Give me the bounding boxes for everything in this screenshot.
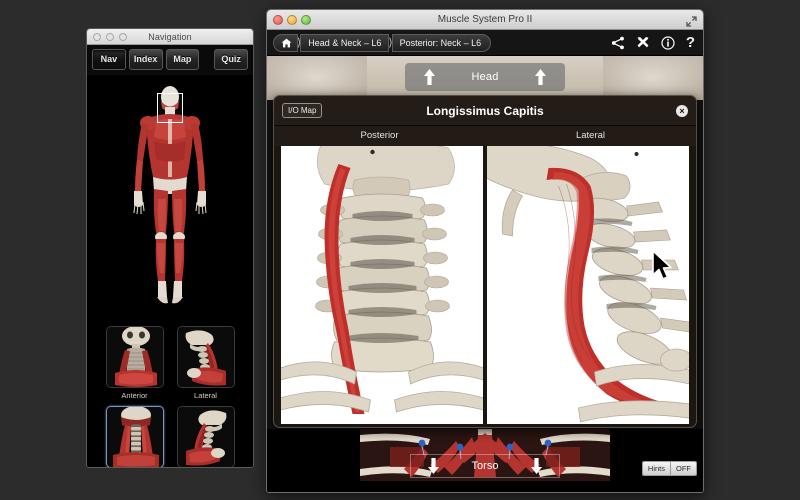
- right-lateral-neck-illustration: [177, 407, 234, 467]
- breadcrumb: ⟩ Head & Neck – L6 ⟩ Posterior: Neck – L…: [273, 33, 492, 52]
- desktop-screen: Navigation Nav Index Map Quiz Anterior L…: [0, 0, 800, 500]
- head-navigation-strip: Head: [267, 56, 703, 100]
- toolbar-icons: ?: [611, 35, 695, 50]
- view-label-lateral: Lateral: [575, 130, 606, 141]
- body-region-selection[interactable]: [157, 93, 183, 123]
- tab-nav[interactable]: Nav: [92, 49, 126, 70]
- view-label-posterior: Posterior: [360, 130, 399, 141]
- thumbnail-r-lateral-image: [176, 406, 235, 467]
- posterior-view-illustration: [281, 146, 483, 424]
- breadcrumb-item-head-neck[interactable]: Head & Neck – L6: [300, 33, 390, 52]
- arrow-down-icon: [428, 458, 439, 474]
- navigation-tabs: Nav Index Map Quiz: [87, 45, 253, 75]
- hints-toggle[interactable]: Hints OFF: [641, 461, 697, 476]
- navigation-title: Navigation: [148, 31, 192, 42]
- breadcrumb-item-posterior-neck[interactable]: Posterior: Neck – L6: [391, 33, 492, 52]
- thumbnail-anterior-label: Anterior: [121, 391, 148, 400]
- main-window: Muscle System Pro II ⟩ Head & Neck – L6 …: [266, 9, 704, 493]
- tab-quiz[interactable]: Quiz: [214, 49, 248, 70]
- info-icon[interactable]: [661, 35, 675, 50]
- torso-nav-button[interactable]: Torso: [410, 454, 560, 478]
- torso-nav-label: Torso: [471, 460, 499, 472]
- share-icon[interactable]: [611, 36, 625, 50]
- arrow-up-icon: [424, 69, 435, 85]
- navigation-titlebar: Navigation: [87, 29, 253, 45]
- view-thumbnails: Anterior Lateral: [87, 320, 253, 467]
- app-toolbar: ⟩ Head & Neck – L6 ⟩ Posterior: Neck – L…: [267, 30, 703, 56]
- thumbnail-posterior[interactable]: Posterior: [103, 406, 166, 467]
- close-icon[interactable]: ×: [676, 104, 688, 117]
- tools-icon[interactable]: [636, 36, 650, 50]
- muscle-detail-modal: I/O Map Longissimus Capitis × Posterior …: [273, 95, 697, 428]
- breadcrumb-home[interactable]: [273, 33, 298, 52]
- arrow-up-icon-right: [535, 69, 546, 85]
- anterior-neck-illustration: [106, 327, 163, 387]
- hints-label[interactable]: Hints: [642, 462, 670, 475]
- modal-title: Longissimus Capitis: [426, 103, 544, 118]
- head-nav-button[interactable]: Head: [405, 63, 565, 91]
- arrow-down-icon-right: [531, 458, 542, 474]
- view-labels-row: Posterior Lateral: [274, 126, 696, 146]
- pane-posterior[interactable]: [281, 146, 483, 424]
- tab-map[interactable]: Map: [165, 49, 200, 70]
- posterior-neck-illustration: [106, 407, 163, 467]
- main-titlebar: Muscle System Pro II: [267, 10, 703, 30]
- image-panes: [281, 146, 689, 424]
- pane-lateral[interactable]: [487, 146, 689, 424]
- head-nav-label: Head: [471, 71, 499, 83]
- tab-index[interactable]: Index: [128, 49, 163, 70]
- window-title: Muscle System Pro II: [437, 14, 533, 25]
- modal-header: I/O Map Longissimus Capitis ×: [274, 96, 696, 126]
- thumbnail-anterior-image: [105, 326, 164, 388]
- thumbnail-lateral-label: Lateral: [194, 391, 217, 400]
- navigation-panel: Navigation Nav Index Map Quiz Anterior L…: [86, 28, 254, 468]
- thumbnail-r-lateral[interactable]: R. Lateral: [174, 406, 237, 467]
- lateral-neck-illustration: [177, 327, 234, 387]
- torso-navigation-strip: Torso Hints OFF: [267, 429, 703, 492]
- navigation-body: Anterior Lateral: [87, 75, 253, 467]
- home-icon: [281, 38, 292, 47]
- thumbnail-lateral[interactable]: Lateral: [174, 326, 237, 400]
- help-icon[interactable]: ?: [686, 35, 695, 50]
- hints-state[interactable]: OFF: [670, 462, 696, 475]
- full-body-figure[interactable]: [87, 75, 253, 320]
- thumbnail-anterior[interactable]: Anterior: [103, 326, 166, 400]
- thumbnail-posterior-image: [105, 406, 164, 467]
- lateral-view-illustration: [487, 146, 689, 424]
- thumbnail-lateral-image: [176, 326, 235, 388]
